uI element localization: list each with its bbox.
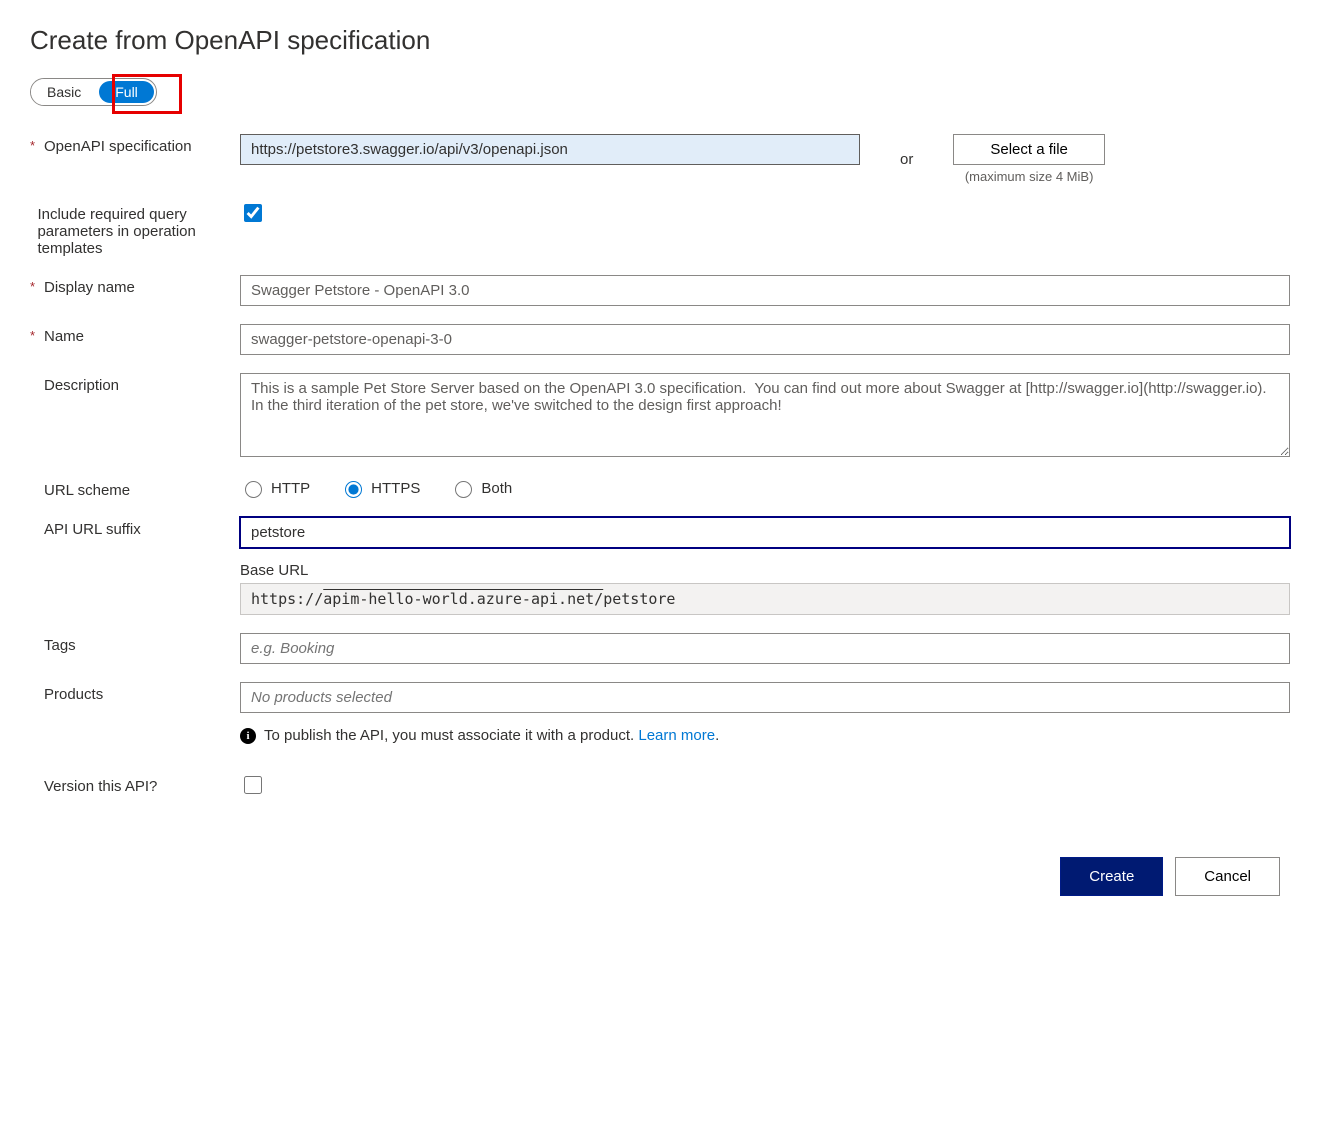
required-marker: * [30,279,44,294]
label-description: Description [44,377,119,394]
radio-both-label: Both [481,480,512,497]
include-params-checkbox[interactable] [244,204,262,222]
base-url-display: https://apim-hello-world.azure-api.net/p… [240,583,1290,615]
products-input[interactable] [240,682,1290,713]
label-version: Version this API? [44,778,157,795]
select-file-button[interactable]: Select a file [953,134,1105,165]
radio-http[interactable] [245,481,262,498]
actions-bar: Create Cancel [30,857,1290,896]
info-icon: i [240,728,256,744]
version-checkbox[interactable] [244,776,262,794]
label-spec: OpenAPI specification [44,138,192,155]
create-button[interactable]: Create [1060,857,1163,896]
name-input[interactable] [240,324,1290,355]
mode-toggle: Basic Full [30,78,157,106]
label-display-name: Display name [44,279,135,296]
toggle-basic[interactable]: Basic [31,79,97,105]
product-info-text: To publish the API, you must associate i… [264,727,719,744]
label-name: Name [44,328,84,345]
or-text: or [890,151,923,168]
display-name-input[interactable] [240,275,1290,306]
radio-https[interactable] [345,481,362,498]
learn-more-link[interactable]: Learn more [638,727,715,744]
toggle-full[interactable]: Full [99,81,154,103]
page-title: Create from OpenAPI specification [30,25,1290,56]
tags-input[interactable] [240,633,1290,664]
description-textarea[interactable]: This is a sample Pet Store Server based … [240,373,1290,457]
label-url-scheme: URL scheme [44,482,130,499]
required-marker: * [30,138,44,153]
openapi-spec-input[interactable] [240,134,860,165]
base-url-suffix: petstore [603,590,675,608]
label-products: Products [44,686,103,703]
label-tags: Tags [44,637,76,654]
label-base-url: Base URL [240,562,1290,579]
api-url-suffix-input[interactable] [240,517,1290,548]
radio-both[interactable] [455,481,472,498]
url-scheme-radios: HTTP HTTPS Both [240,478,1290,498]
label-suffix: API URL suffix [44,521,141,538]
required-marker: * [30,328,44,343]
form: *OpenAPI specification or Select a file … [30,134,1290,797]
label-include: Include required query parameters in ope… [37,206,240,257]
radio-http-label: HTTP [271,480,310,497]
radio-https-label: HTTPS [371,480,420,497]
base-url-host: apim-hello-world.azure-api.net/ [323,590,603,608]
mode-toggle-wrap: Basic Full [30,78,157,106]
base-url-prefix: https:// [251,590,323,608]
cancel-button[interactable]: Cancel [1175,857,1280,896]
max-size-hint: (maximum size 4 MiB) [965,169,1094,184]
